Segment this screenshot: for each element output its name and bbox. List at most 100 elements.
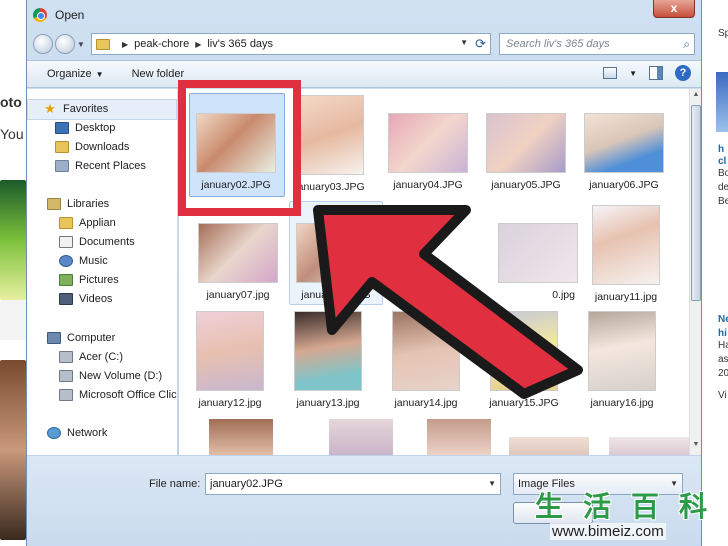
- background-app-right: Sp h cl Bo de Be Ne hi Ha as 20 Vi: [702, 0, 728, 546]
- search-icon[interactable]: ⌕: [683, 37, 690, 52]
- nav-favorites-label: Favorites: [63, 102, 109, 115]
- photo-thumbnail[interactable]: [209, 419, 273, 455]
- address-dropdown-icon[interactable]: ▼: [460, 38, 468, 47]
- nav-item-applian[interactable]: Applian: [59, 213, 116, 232]
- file-item-january14[interactable]: january14.jpg: [381, 311, 471, 409]
- nav-favorites[interactable]: ★ Favorites: [43, 99, 108, 118]
- back-button[interactable]: [33, 34, 53, 54]
- close-button[interactable]: x: [653, 0, 695, 18]
- file-name: january14.jpg: [394, 397, 458, 409]
- network-icon: [47, 426, 61, 439]
- file-name-input[interactable]: january02.JPG ▼: [205, 473, 501, 495]
- nav-item-label: Music: [79, 254, 108, 267]
- search-placeholder: Search liv's 365 days: [506, 38, 610, 50]
- file-item-january08[interactable]: january08.JPG: [291, 213, 381, 301]
- file-item-january07[interactable]: january07.jpg: [193, 213, 283, 301]
- nav-item-desktop[interactable]: Desktop: [55, 118, 115, 137]
- change-view-icon[interactable]: [603, 67, 618, 79]
- file-item-january02[interactable]: january02.JPG: [191, 103, 281, 191]
- background-text: Sp: [718, 28, 728, 39]
- address-row: ▼ ▶ peak-chore ▶ liv's 365 days ▼ ⟳ Sear…: [33, 31, 695, 57]
- background-app-left: oto You: [0, 0, 26, 546]
- search-input[interactable]: Search liv's 365 days ⌕: [499, 33, 695, 55]
- scroll-down-icon[interactable]: ▼: [691, 441, 701, 453]
- file-item-january03[interactable]: january03.JPG: [285, 95, 375, 193]
- file-name: january04.JPG: [393, 179, 463, 191]
- preview-pane-icon[interactable]: [649, 66, 663, 80]
- forward-button[interactable]: [55, 34, 75, 54]
- photo-thumbnail: [196, 113, 276, 173]
- photo-thumbnail: [490, 311, 558, 391]
- vertical-scrollbar[interactable]: ▲ ▼: [689, 89, 701, 455]
- photo-thumbnail[interactable]: [609, 437, 689, 455]
- watermark-glyph: 百: [630, 490, 659, 523]
- chevron-down-icon[interactable]: ▼: [670, 474, 678, 494]
- new-folder-button[interactable]: New folder: [132, 68, 185, 80]
- address-bar[interactable]: ▶ peak-chore ▶ liv's 365 days ▼ ⟳: [91, 33, 491, 55]
- help-icon[interactable]: ?: [675, 65, 691, 81]
- nav-item-office-drive[interactable]: Microsoft Office Clic: [59, 385, 177, 404]
- star-icon: ★: [44, 100, 56, 116]
- photo-thumbnail: [294, 311, 362, 391]
- photo-thumbnail: [198, 223, 278, 283]
- file-name: january15.JPG: [489, 397, 559, 409]
- scroll-up-icon[interactable]: ▲: [691, 91, 701, 103]
- file-name: january11.jpg: [594, 291, 658, 303]
- watermark-url: www.bimeiz.com: [550, 523, 666, 540]
- background-text: Vi: [718, 390, 727, 401]
- chevron-right-icon[interactable]: ▶: [122, 40, 128, 49]
- nav-item-music[interactable]: Music: [59, 251, 108, 270]
- downloads-folder-icon: [55, 140, 69, 153]
- recent-places-icon: [55, 159, 69, 172]
- file-name: january08.JPG: [301, 289, 371, 301]
- nav-item-drive-d[interactable]: New Volume (D:): [59, 366, 162, 385]
- file-item-january12[interactable]: january12.jpg: [185, 311, 275, 409]
- chevron-right-icon[interactable]: ▶: [195, 40, 201, 49]
- watermark-glyph: 活: [582, 490, 611, 523]
- scrollbar-thumb[interactable]: [691, 105, 701, 301]
- file-item-january15[interactable]: january15.JPG: [479, 311, 569, 409]
- file-name: january03.JPG: [295, 181, 365, 193]
- refresh-icon[interactable]: ⟳: [475, 36, 486, 52]
- watermark-glyphs: 生 活 百 科: [528, 492, 714, 522]
- nav-item-documents[interactable]: Documents: [59, 232, 135, 251]
- file-item-january05[interactable]: january05.JPG: [481, 103, 571, 191]
- nav-item-drive-c[interactable]: Acer (C:): [59, 347, 123, 366]
- breadcrumb-peak-chore[interactable]: peak-chore: [134, 38, 189, 50]
- watermark-glyph: 生: [534, 490, 563, 523]
- background-text: h: [718, 144, 725, 155]
- nav-computer[interactable]: Computer: [47, 328, 115, 347]
- chevron-down-icon[interactable]: ▼: [488, 474, 496, 494]
- photo-thumbnail: [296, 223, 376, 283]
- command-toolbar: Organize ▼ New folder ▼ ?: [27, 60, 701, 88]
- hard-drive-icon: [59, 350, 73, 363]
- file-item-january13[interactable]: january13.jpg: [283, 311, 373, 409]
- file-item-january11[interactable]: january11.jpg: [581, 205, 671, 303]
- nav-item-label: Microsoft Office Clic: [79, 388, 177, 401]
- nav-network[interactable]: Network: [47, 423, 107, 442]
- view-options-dropdown-icon[interactable]: ▼: [629, 69, 637, 78]
- nav-libraries[interactable]: Libraries: [47, 194, 109, 213]
- background-text: de: [718, 182, 728, 193]
- photo-thumbnail[interactable]: [427, 419, 491, 455]
- nav-item-recent-places[interactable]: Recent Places: [55, 156, 146, 175]
- nav-item-label: Acer (C:): [79, 350, 123, 363]
- file-item-january16[interactable]: january16.jpg: [577, 311, 667, 409]
- recent-locations-dropdown[interactable]: ▼: [77, 40, 87, 49]
- file-item-january04[interactable]: january04.JPG: [383, 103, 473, 191]
- background-text: Ha: [718, 340, 728, 351]
- file-item-partial[interactable]: 0.jpg: [493, 213, 583, 301]
- breadcrumb-current-folder[interactable]: liv's 365 days: [207, 38, 273, 50]
- organize-button[interactable]: Organize ▼: [47, 68, 104, 80]
- photo-thumbnail[interactable]: [329, 419, 393, 455]
- nav-item-pictures[interactable]: Pictures: [59, 270, 119, 289]
- hard-drive-icon: [59, 369, 73, 382]
- documents-icon: [59, 235, 73, 248]
- nav-item-downloads[interactable]: Downloads: [55, 137, 129, 156]
- file-item-january06[interactable]: january06.JPG: [579, 103, 669, 191]
- photo-thumbnail[interactable]: [509, 437, 589, 455]
- file-list: january02.JPG january03.JPG january04.JP…: [179, 89, 689, 455]
- file-name: january12.jpg: [198, 397, 262, 409]
- folder-icon: [59, 216, 73, 229]
- nav-item-videos[interactable]: Videos: [59, 289, 112, 308]
